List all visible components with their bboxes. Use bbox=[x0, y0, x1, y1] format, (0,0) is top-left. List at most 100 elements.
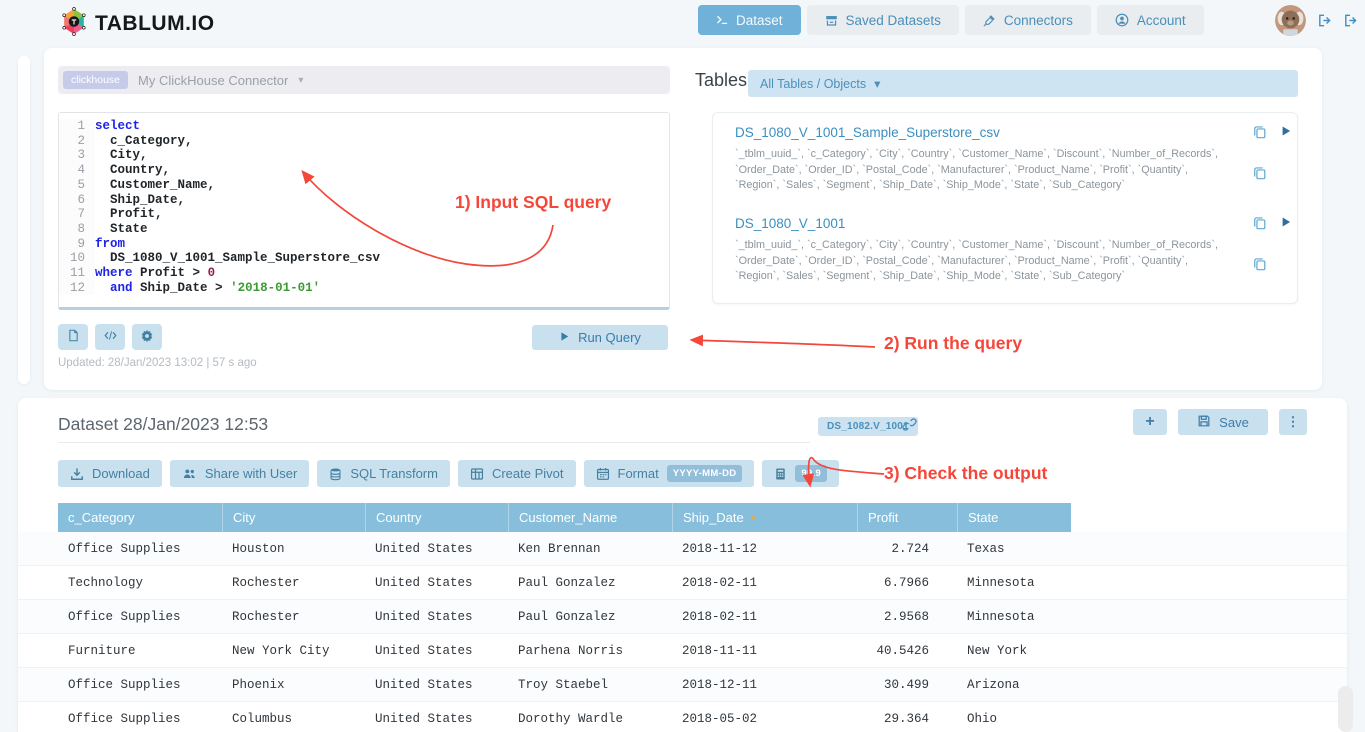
table-cell: 30.499 bbox=[857, 668, 957, 701]
database-icon bbox=[329, 467, 342, 481]
tablum-logo-icon bbox=[60, 6, 88, 42]
copy-icon[interactable] bbox=[1253, 125, 1267, 139]
link-icon[interactable] bbox=[902, 417, 917, 437]
collapsed-side-strip bbox=[18, 56, 30, 384]
new-query-button[interactable] bbox=[58, 324, 88, 350]
column-header-label: City bbox=[233, 510, 255, 525]
table-row[interactable]: Office SuppliesHoustonUnited StatesKen B… bbox=[18, 532, 1347, 566]
add-button[interactable]: + bbox=[1133, 409, 1167, 435]
column-header-profit[interactable]: Profit bbox=[857, 503, 957, 532]
kebab-menu-button[interactable]: ⋮ bbox=[1279, 409, 1307, 435]
nav-saved-datasets[interactable]: Saved Datasets bbox=[807, 5, 959, 35]
copy-icon[interactable] bbox=[1253, 216, 1267, 230]
table-name-link[interactable]: DS_1080_V_1001_Sample_Superstore_csv bbox=[735, 125, 1000, 140]
nav-connectors[interactable]: Connectors bbox=[965, 5, 1091, 35]
code-line: 9from bbox=[59, 237, 669, 252]
save-button[interactable]: Save bbox=[1178, 409, 1268, 435]
column-header-city[interactable]: City bbox=[222, 503, 365, 532]
code-line: 10 DS_1080_V_1001_Sample_Superstore_csv bbox=[59, 251, 669, 266]
column-header-ship_date[interactable]: Ship_Date• bbox=[672, 503, 857, 532]
code-line: 8 State bbox=[59, 222, 669, 237]
query-workspace-card: clickhouse My ClickHouse Connector ▾ 1se… bbox=[44, 48, 1322, 390]
code-format-button[interactable] bbox=[95, 324, 125, 350]
code-line: 1select bbox=[59, 119, 669, 134]
line-number: 3 bbox=[59, 148, 95, 163]
signout-icon[interactable] bbox=[1317, 13, 1332, 28]
toolbar-button-label: Share with User bbox=[205, 466, 297, 481]
file-icon bbox=[67, 329, 80, 345]
tablum-logo-text: TABLUM.IO bbox=[95, 12, 215, 36]
toolbar-sql-transform-button[interactable]: SQL Transform bbox=[317, 460, 450, 487]
toolbar-share-with-user-button[interactable]: Share with User bbox=[170, 460, 309, 487]
connector-select[interactable]: clickhouse My ClickHouse Connector ▾ bbox=[58, 66, 670, 94]
column-header-state[interactable]: State bbox=[957, 503, 1071, 532]
tablum-logo[interactable]: TABLUM.IO bbox=[60, 6, 215, 42]
table-row[interactable]: Office SuppliesPhoenixUnited StatesTroy … bbox=[18, 668, 1347, 702]
column-header-country[interactable]: Country bbox=[365, 503, 508, 532]
pivot-table-icon bbox=[470, 467, 484, 481]
table-row[interactable]: TechnologyRochesterUnited StatesPaul Gon… bbox=[18, 566, 1347, 600]
toolbar-button-badge: YYYY-MM-DD bbox=[667, 465, 743, 482]
table-name-link[interactable]: DS_1080_V_1001 bbox=[735, 216, 845, 231]
dataset-toolbar: Download Share with User SQL Transform Crea… bbox=[58, 460, 839, 487]
title-divider bbox=[58, 442, 810, 443]
top-header: TABLUM.IO DatasetSaved Datasets Connector… bbox=[0, 0, 1365, 42]
run-table-play-icon[interactable] bbox=[1280, 125, 1292, 137]
column-header-c_category[interactable]: c_Category bbox=[58, 503, 222, 532]
code-icon bbox=[104, 329, 117, 345]
tables-panel-title: Tables bbox=[695, 70, 747, 91]
table-cell: Office Supplies bbox=[58, 702, 222, 732]
table-cell: 2.724 bbox=[857, 532, 957, 565]
code-line: 11where Profit > 0 bbox=[59, 266, 669, 281]
column-header-customer_name[interactable]: Customer_Name bbox=[508, 503, 672, 532]
nav-dataset[interactable]: Dataset bbox=[698, 5, 801, 35]
table-cell: 2.9568 bbox=[857, 600, 957, 633]
plug-icon bbox=[983, 14, 996, 27]
column-header-label: Profit bbox=[868, 510, 898, 525]
run-query-label: Run Query bbox=[578, 330, 641, 345]
table-cell: Ohio bbox=[957, 702, 1071, 732]
play-icon bbox=[559, 330, 570, 345]
copy-columns-icon[interactable] bbox=[1253, 257, 1267, 271]
table-cell: 2018-05-02 bbox=[672, 702, 857, 732]
column-header-label: c_Category bbox=[68, 510, 134, 525]
run-table-play-icon[interactable] bbox=[1280, 216, 1292, 228]
line-number: 12 bbox=[59, 281, 95, 296]
connector-type-badge: clickhouse bbox=[63, 71, 128, 89]
column-header-label: Customer_Name bbox=[519, 510, 617, 525]
table-cell: Minnesota bbox=[957, 600, 1071, 633]
avatar[interactable] bbox=[1275, 5, 1306, 36]
sql-editor[interactable]: 1select2 c_Category,3 City,4 Country,5 C… bbox=[58, 112, 670, 310]
toolbar-format-button[interactable]: FormatYYYY-MM-DD bbox=[584, 460, 755, 487]
code-text: from bbox=[95, 237, 125, 252]
table-cell: 6.7966 bbox=[857, 566, 957, 599]
settings-button[interactable] bbox=[132, 324, 162, 350]
run-query-button[interactable]: Run Query bbox=[532, 325, 668, 350]
nav-account[interactable]: Account bbox=[1097, 5, 1204, 35]
toolbar-button-label: SQL Transform bbox=[350, 466, 438, 481]
tables-list: DS_1080_V_1001_Sample_Superstore_csv`_tb… bbox=[712, 112, 1298, 304]
toolbar-button-badge: 99.9 bbox=[795, 465, 827, 482]
table-cell: 2018-11-12 bbox=[672, 532, 857, 565]
toolbar-create-pivot-button[interactable]: Create Pivot bbox=[458, 460, 576, 487]
table-cell: Houston bbox=[222, 532, 365, 565]
exit-icon[interactable] bbox=[1343, 13, 1358, 28]
table-row[interactable]: Office SuppliesColumbusUnited StatesDoro… bbox=[18, 702, 1347, 732]
code-line: 2 c_Category, bbox=[59, 134, 669, 149]
table-cell: Parhena Norris bbox=[508, 634, 672, 667]
page-scrollbar-thumb[interactable] bbox=[1338, 686, 1353, 732]
table-cell: Columbus bbox=[222, 702, 365, 732]
table-cell: Rochester bbox=[222, 600, 365, 633]
table-row[interactable]: FurnitureNew York CityUnited StatesParhe… bbox=[18, 634, 1347, 668]
table-row[interactable]: Office SuppliesRochesterUnited StatesPau… bbox=[18, 600, 1347, 634]
toolbar-precision-button[interactable]: 99.9 bbox=[762, 460, 839, 487]
code-text: DS_1080_V_1001_Sample_Superstore_csv bbox=[95, 251, 380, 266]
tables-filter-dropdown[interactable]: All Tables / Objects ▾ bbox=[748, 70, 1298, 97]
nav-label: Connectors bbox=[1004, 13, 1073, 28]
line-number: 10 bbox=[59, 251, 95, 266]
line-number: 1 bbox=[59, 119, 95, 134]
toolbar-download-button[interactable]: Download bbox=[58, 460, 162, 487]
copy-columns-icon[interactable] bbox=[1253, 166, 1267, 180]
dataset-title: Dataset 28/Jan/2023 12:53 bbox=[58, 414, 268, 435]
chevron-down-icon: ▾ bbox=[298, 75, 303, 86]
